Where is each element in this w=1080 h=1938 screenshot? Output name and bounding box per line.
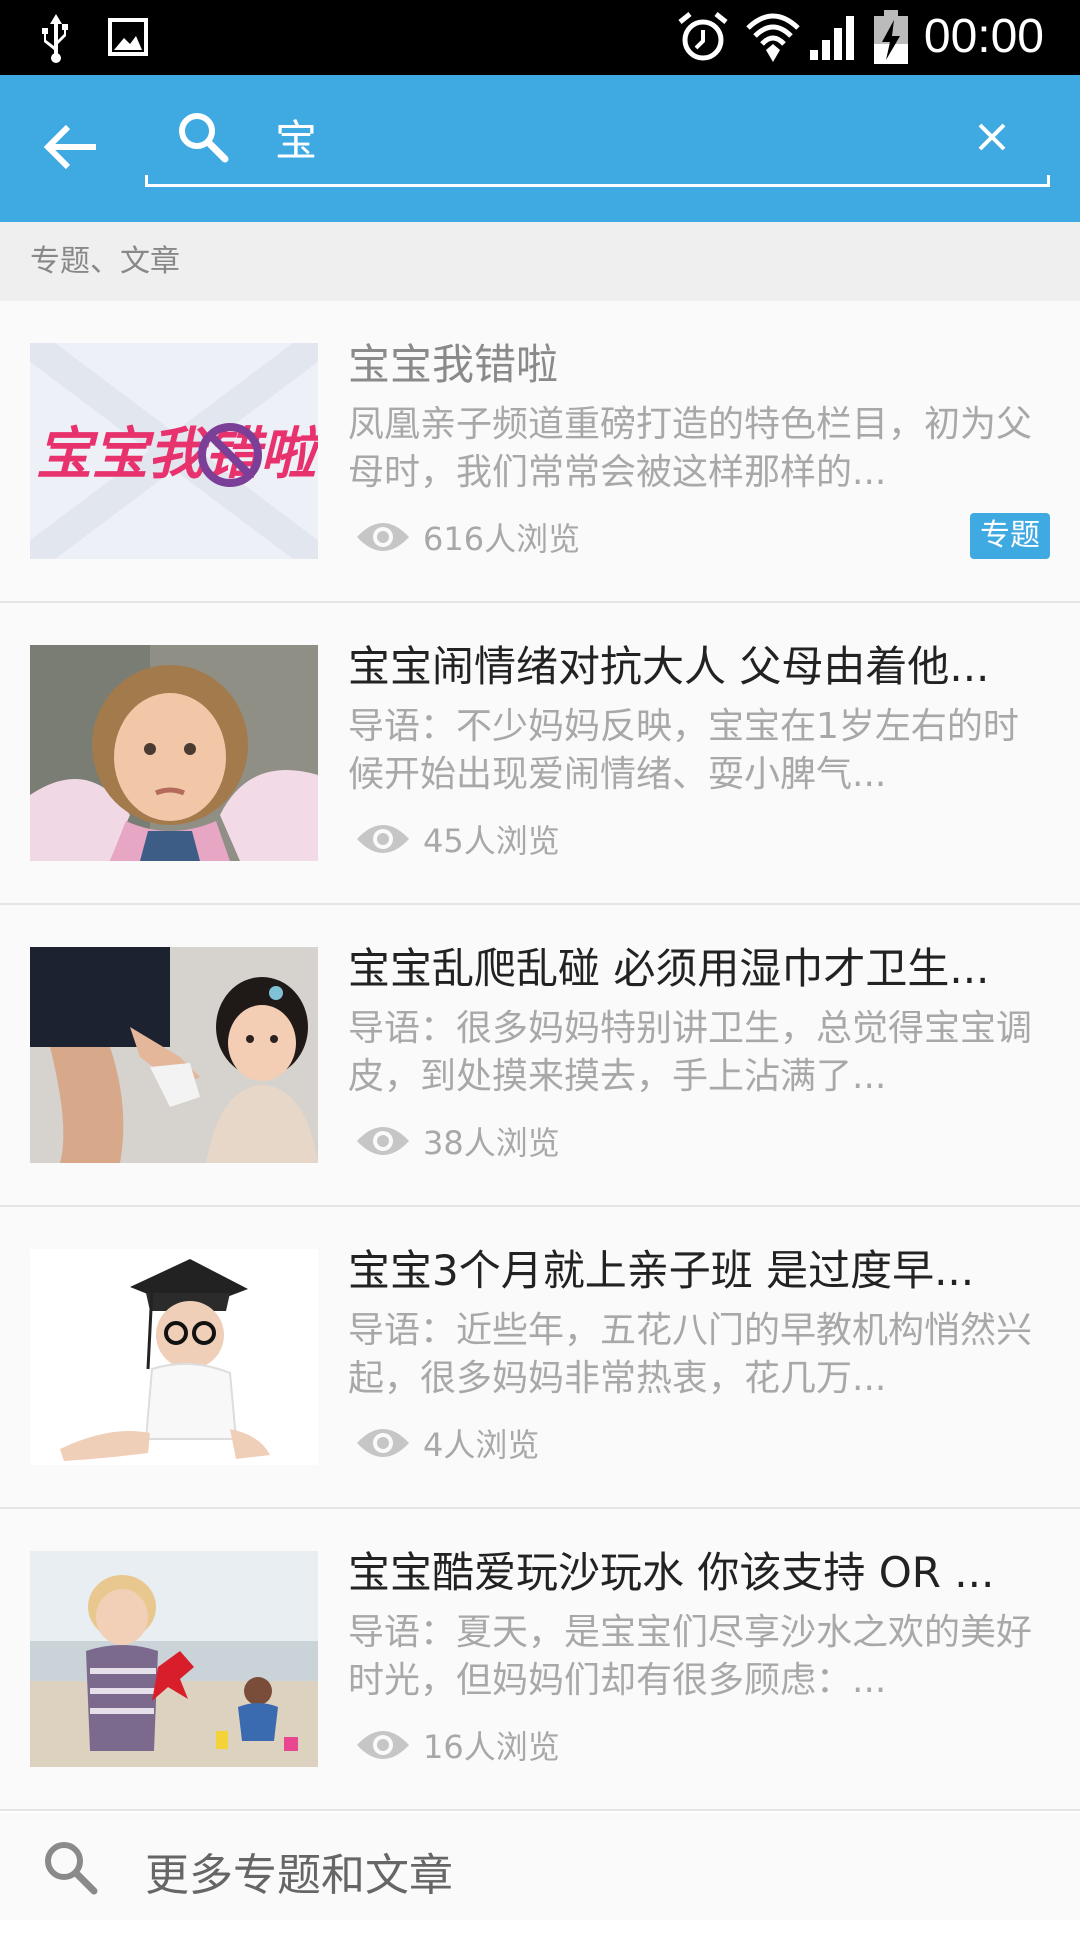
article-thumbnail <box>30 1249 318 1465</box>
list-item[interactable]: 宝宝3个月就上亲子班 是过度早... 导语：近些年，五花八门的早教机构悄然兴起，… <box>0 1207 1080 1509</box>
view-count: 45人浏览 <box>355 815 560 863</box>
eye-icon <box>357 523 409 551</box>
wifi-icon <box>746 13 800 62</box>
results-list: 宝宝我错啦 宝宝我错啦 凤凰亲子频道重磅打造的特色栏目，初为父母时，我们常常会被… <box>0 301 1080 1811</box>
view-count: 616人浏览 <box>355 513 580 561</box>
alarm-icon <box>678 12 728 61</box>
more-label: 更多专题和文章 <box>145 1850 453 1901</box>
views-text: 16人浏览 <box>423 1728 560 1766</box>
item-description: 导语：不少妈妈反映，宝宝在1岁左右的时候开始出现爱闹情绪、耍小脾气... <box>348 706 1019 795</box>
search-icon <box>179 113 229 163</box>
search-box <box>145 95 1050 201</box>
article-thumbnail <box>30 947 318 1163</box>
view-count: 16人浏览 <box>355 1721 560 1769</box>
usb-icon <box>42 14 68 63</box>
views-text: 4人浏览 <box>423 1426 540 1464</box>
more-topics-articles-button[interactable]: 更多专题和文章 <box>0 1813 1080 1920</box>
search-underline <box>145 175 1050 187</box>
status-bar: 00:00 <box>0 0 1080 75</box>
view-count: 38人浏览 <box>355 1117 560 1165</box>
eye-icon <box>357 825 409 853</box>
search-icon <box>45 1842 98 1895</box>
signal-icon <box>810 16 854 60</box>
clear-search-button[interactable] <box>962 107 1022 167</box>
eye-icon <box>357 1127 409 1155</box>
item-title: 宝宝闹情绪对抗大人 父母由着他... <box>348 642 990 691</box>
views-text: 616人浏览 <box>423 520 581 558</box>
list-item[interactable]: 宝宝乱爬乱碰 必须用湿巾才卫生... 导语：很多妈妈特别讲卫生，总觉得宝宝调皮，… <box>0 905 1080 1207</box>
item-title: 宝宝我错啦 <box>348 340 559 389</box>
list-item[interactable]: 宝宝闹情绪对抗大人 父母由着他... 导语：不少妈妈反映，宝宝在1岁左右的时候开… <box>0 603 1080 905</box>
item-title: 宝宝酷爱玩沙玩水 你该支持 OR ... <box>348 1548 995 1597</box>
article-thumbnail <box>30 645 318 861</box>
thumbnail-logo-text: 宝宝我错啦 <box>36 422 318 487</box>
article-thumbnail <box>30 1551 318 1767</box>
list-item[interactable]: 宝宝酷爱玩沙玩水 你该支持 OR ... 导语：夏天，是宝宝们尽享沙水之欢的美好… <box>0 1509 1080 1811</box>
item-description: 导语：很多妈妈特别讲卫生，总觉得宝宝调皮，到处摸来摸去，手上沾满了... <box>348 1008 1033 1097</box>
battery-charging-icon <box>874 10 908 64</box>
item-description: 导语：夏天，是宝宝们尽享沙水之欢的美好时光，但妈妈们却有很多顾虑：... <box>348 1612 1033 1701</box>
views-text: 38人浏览 <box>423 1124 560 1162</box>
back-arrow-icon <box>43 124 96 170</box>
article-thumbnail: 宝宝我错啦 <box>30 343 318 559</box>
item-description: 导语：近些年，五花八门的早教机构悄然兴起，很多妈妈非常热衷，花几万... <box>348 1310 1033 1399</box>
search-input[interactable] <box>275 103 925 171</box>
close-icon <box>978 123 1006 151</box>
view-count: 4人浏览 <box>355 1419 539 1467</box>
image-icon <box>108 18 148 56</box>
item-title: 宝宝乱爬乱碰 必须用湿巾才卫生... <box>348 944 990 993</box>
eye-icon <box>357 1429 409 1457</box>
eye-icon <box>357 1731 409 1759</box>
back-button[interactable] <box>32 107 112 187</box>
topic-badge: 专题 <box>970 513 1050 559</box>
search-app-bar <box>0 75 1080 222</box>
list-item[interactable]: 宝宝我错啦 宝宝我错啦 凤凰亲子频道重磅打造的特色栏目，初为父母时，我们常常会被… <box>0 301 1080 603</box>
views-text: 45人浏览 <box>423 822 560 860</box>
item-description: 凤凰亲子频道重磅打造的特色栏目，初为父母时，我们常常会被这样那样的... <box>348 404 1033 493</box>
clock-time: 00:00 <box>923 10 1044 63</box>
section-label: 专题、文章 <box>30 244 180 279</box>
item-title: 宝宝3个月就上亲子班 是过度早... <box>348 1246 975 1295</box>
section-header: 专题、文章 <box>0 222 1080 301</box>
